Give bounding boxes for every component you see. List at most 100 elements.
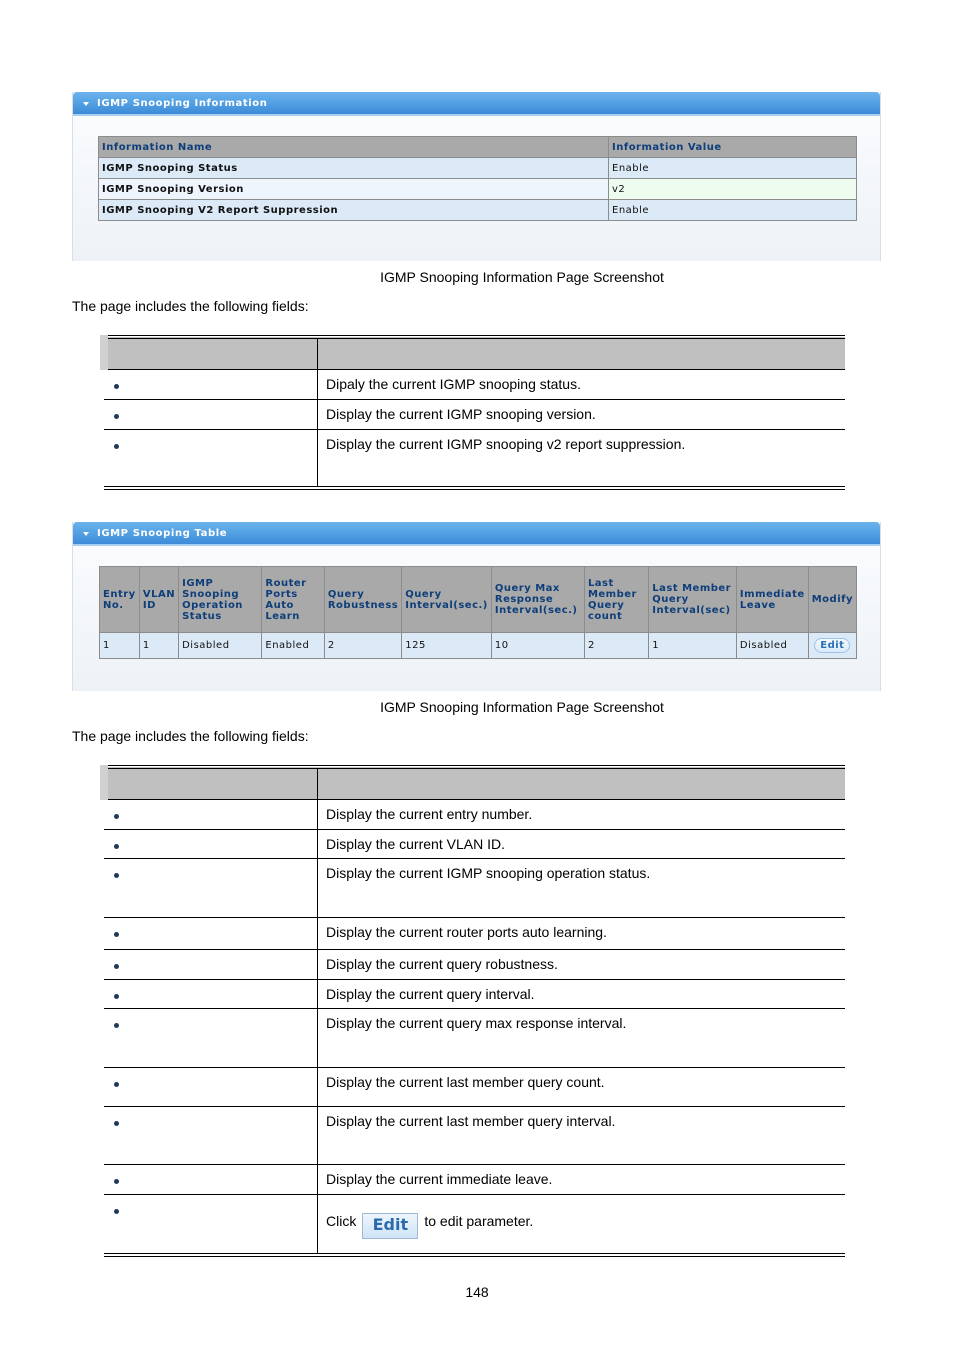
panel-title: IGMP Snooping Table (97, 527, 228, 539)
field-description: Display the current IGMP snooping v2 rep… (317, 429, 845, 490)
information-value: Enable (608, 157, 857, 179)
field-row: Display the current query max response i… (104, 1008, 845, 1068)
igmp-snooping-table: Entry No. VLAN ID IGMP Snooping Operatio… (99, 566, 858, 659)
field-description: Display the current query interval. (317, 979, 845, 1009)
column-header-immediate-leave: Immediate Leave (735, 566, 809, 633)
field-description: Display the current IGMP snooping operat… (317, 858, 845, 918)
bullet-icon (114, 844, 119, 849)
field-description: Display the current entry number. (317, 799, 845, 830)
igmp-snooping-information-panel: IGMP Snooping Information Information Na… (72, 92, 881, 261)
information-name: IGMP Snooping V2 Report Suppression (98, 199, 609, 221)
column-header-entry-no: Entry No. (99, 566, 140, 633)
bullet-icon (114, 932, 119, 937)
column-header-information-name: Information Name (98, 136, 609, 158)
information-value: Enable (608, 199, 857, 221)
bullet-icon (114, 1121, 119, 1126)
field-description: Display the current router ports auto le… (317, 917, 845, 950)
column-header-query-interval: Query Interval(sec.) (401, 566, 492, 633)
edit-button[interactable]: Edit (814, 638, 851, 653)
fields-table-1: Dipaly the current IGMP snooping status.… (100, 335, 845, 490)
field-description: Display the current IGMP snooping versio… (317, 399, 845, 430)
bullet-icon (114, 1179, 119, 1184)
field-row: Display the current query robustness. (104, 949, 845, 980)
cell-router-ports-auto-learn: Enabled (261, 632, 325, 659)
information-table: Information Name Information Value IGMP … (98, 136, 857, 221)
cell-query-interval: 125 (401, 632, 492, 659)
field-row: Display the current entry number. (104, 799, 845, 830)
cell-entry-no: 1 (99, 632, 140, 659)
field-row: Display the current IGMP snooping v2 rep… (104, 429, 845, 490)
edit-button-image: Edit (362, 1212, 419, 1239)
panel-title: IGMP Snooping Information (97, 97, 268, 109)
information-value: v2 (608, 178, 857, 200)
header-object (100, 765, 318, 800)
column-header-modify: Modify (807, 566, 858, 633)
cell-query-max-response-interval: 10 (490, 632, 585, 659)
field-description: Click Edit to edit parameter. (317, 1194, 845, 1257)
field-row: Display the current IGMP snooping versio… (104, 399, 845, 430)
column-header-router-ports-auto-learn: Router Ports Auto Learn (261, 566, 325, 633)
bullet-icon (114, 1209, 119, 1214)
information-name: IGMP Snooping Status (98, 157, 609, 179)
description-prefix: Click (326, 1212, 357, 1229)
collapse-triangle-icon[interactable] (83, 101, 89, 106)
bullet-icon (114, 814, 119, 819)
panel-header[interactable]: IGMP Snooping Table (73, 522, 880, 546)
bullet-icon (114, 444, 119, 449)
figure-caption: IGMP Snooping Information Page Screensho… (380, 699, 664, 715)
field-description: Display the current last member query in… (317, 1106, 845, 1165)
bullet-icon (114, 414, 119, 419)
bullet-icon (114, 873, 119, 878)
cell-last-member-query-interval: 1 (648, 632, 737, 659)
panel-header[interactable]: IGMP Snooping Information (73, 92, 880, 116)
column-header-query-max-response-interval: Query Max Response Interval(sec.) (490, 566, 585, 633)
field-description: Display the current VLAN ID. (317, 829, 845, 859)
field-description: Display the current immediate leave. (317, 1164, 845, 1195)
column-header-vlan-id: VLAN ID (138, 566, 180, 633)
field-row: Display the current last member query in… (104, 1106, 845, 1165)
field-row: Display the current IGMP snooping operat… (104, 858, 845, 918)
column-header-information-value: Information Value (608, 136, 857, 158)
table-row: 1 1 Disabled Enabled 2 125 10 2 1 Disabl… (99, 632, 858, 659)
field-row: Display the current immediate leave. (104, 1164, 845, 1195)
header-description (317, 765, 845, 800)
cell-modify: Edit (807, 632, 858, 659)
intro-text: The page includes the following fields: (72, 298, 309, 314)
cell-vlan-id: 1 (138, 632, 180, 659)
field-row: Click Edit to edit parameter. (104, 1194, 845, 1257)
header-object (100, 335, 318, 370)
table-row: IGMP Snooping V2 Report Suppression Enab… (98, 199, 857, 221)
cell-query-robustness: 2 (323, 632, 403, 659)
bullet-icon (114, 384, 119, 389)
field-row: Display the current query interval. (104, 979, 845, 1009)
table-row: IGMP Snooping Version v2 (98, 178, 857, 200)
field-row: Display the current last member query co… (104, 1067, 845, 1107)
description-suffix: to edit parameter. (424, 1212, 534, 1229)
collapse-triangle-icon[interactable] (83, 531, 89, 536)
igmp-snooping-table-panel: IGMP Snooping Table Entry No. VLAN ID IG… (72, 522, 881, 691)
column-header-last-member-query-count: Last Member Query count (583, 566, 650, 633)
bullet-icon (114, 964, 119, 969)
field-description: Display the current query max response i… (317, 1008, 845, 1068)
cell-immediate-leave: Disabled (735, 632, 809, 659)
column-header-query-robustness: Query Robustness (323, 566, 403, 633)
page-number: 148 (465, 1284, 489, 1300)
cell-operation-status: Disabled (178, 632, 263, 659)
cell-last-member-query-count: 2 (583, 632, 650, 659)
information-name: IGMP Snooping Version (98, 178, 609, 200)
field-row: Display the current router ports auto le… (104, 917, 845, 950)
intro-text: The page includes the following fields: (72, 728, 309, 744)
table-row: IGMP Snooping Status Enable (98, 157, 857, 179)
field-row: Dipaly the current IGMP snooping status. (104, 369, 845, 400)
column-header-last-member-query-interval: Last Member Query Interval(sec) (648, 566, 737, 633)
field-description: Display the current last member query co… (317, 1067, 845, 1107)
bullet-icon (114, 1023, 119, 1028)
column-header-operation-status: IGMP Snooping Operation Status (178, 566, 263, 633)
fields-table-2: Display the current entry number. Displa… (100, 765, 845, 1257)
field-description: Dipaly the current IGMP snooping status. (317, 369, 845, 400)
header-description (317, 335, 845, 370)
field-description: Display the current query robustness. (317, 949, 845, 980)
bullet-icon (114, 1082, 119, 1087)
field-row: Display the current VLAN ID. (104, 829, 845, 859)
bullet-icon (114, 994, 119, 999)
